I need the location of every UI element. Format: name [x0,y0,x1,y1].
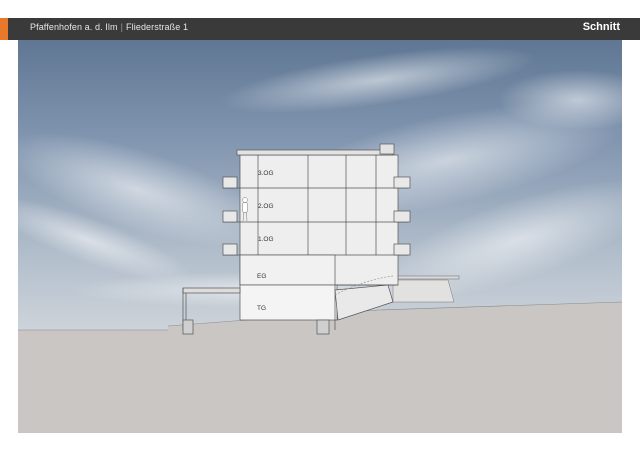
section-title: Schnitt [582,21,620,33]
terrain-step [392,279,455,303]
floor-label-2og: 2.OG [258,203,274,210]
breadcrumb-separator: | [120,22,124,32]
floor-label-tg: TG [257,305,266,312]
upper-slab-right [390,275,460,280]
floor-label-eg: EG [257,273,266,280]
breadcrumb: Pfaffenhofen a. d. Ilm | Fliederstraße 1 [30,22,188,32]
location-label: Pfaffenhofen a. d. Ilm [30,22,118,32]
header-accent [0,18,8,40]
address-label: Fliederstraße 1 [126,22,189,32]
floor-label-1og: 1.OG [258,236,274,243]
floor-label-3og: 3.OG [258,170,274,177]
section-drawing: 3.OG 2.OG 1.OG EG TG [18,40,622,433]
section-svg: 3.OG 2.OG 1.OG EG TG [18,40,622,433]
